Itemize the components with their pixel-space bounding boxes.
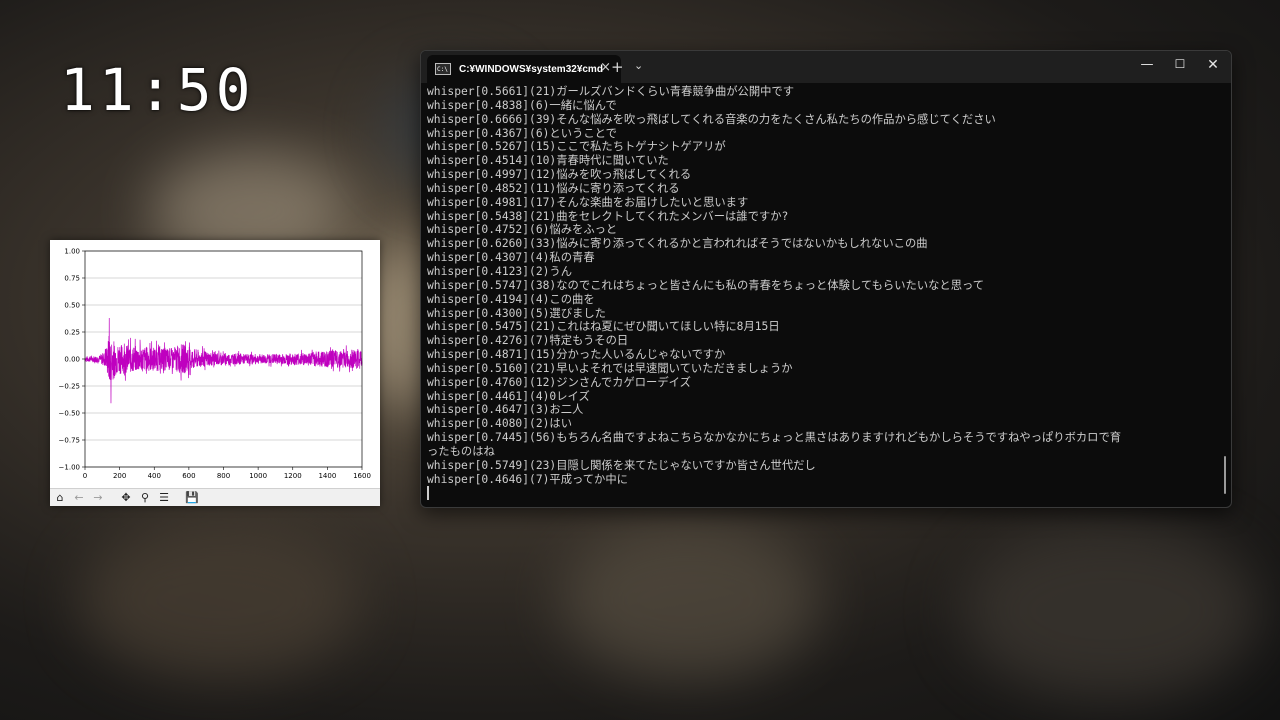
x-tick-label: 400 [148, 472, 161, 480]
background-blur [560, 520, 820, 680]
waveform-series-line [84, 317, 363, 404]
terminal-titlebar[interactable]: C:\ C:¥WINDOWS¥system32¥cmd × + ⌄ — ☐ ✕ [421, 51, 1231, 83]
text-cursor [427, 486, 429, 501]
terminal-line: whisper[0.6666](39)そんな悩みを吹っ飛ばしてくれる音楽の力をた… [427, 112, 996, 126]
terminal-line: whisper[0.4752](6)悩みをふっと [427, 223, 618, 237]
terminal-line: whisper[0.4194](4)この曲を [427, 292, 595, 306]
minimize-button[interactable]: — [1137, 57, 1157, 72]
terminal-line: whisper[0.5438](21)曲をセレクトしてくれたメンバーは誰ですか? [427, 209, 789, 223]
background-blur [960, 520, 1260, 700]
back-arrow-icon[interactable]: ← [72, 491, 86, 505]
terminal-line: whisper[0.4997](12)悩みを吹っ飛ばしてくれる [427, 168, 692, 182]
terminal-line: whisper[0.7445](56)もちろん名曲ですよねこちらなかなかにちょっ… [427, 431, 1122, 445]
close-button[interactable]: ✕ [1203, 57, 1223, 73]
y-tick-label: 0.50 [64, 302, 80, 310]
terminal-line: whisper[0.5475](21)これはね夏にぜひ聞いてほしい特に8月15日 [427, 320, 780, 334]
x-tick-label: 0 [83, 472, 87, 480]
clock-overlay: 11:50 [60, 56, 255, 124]
x-tick-label: 1200 [284, 472, 302, 480]
terminal-line: whisper[0.5160](21)早いよそれでは早速聞いていただきましょうか [427, 361, 793, 375]
x-tick-label: 800 [217, 472, 230, 480]
waveform-plot-window[interactable]: 1.00 0.75 0.50 0.25 0.00 −0.25 −0.50 −0.75 −1.00… [50, 240, 380, 506]
terminal-line: whisper[0.5749](23)目隠し関係を来てたじゃないですか皆さん世代… [427, 458, 816, 472]
terminal-line: whisper[0.4300](5)選びました [427, 306, 606, 320]
waveform-chart: 1.00 0.75 0.50 0.25 0.00 −0.25 −0.50 −0.75 −1.00… [59, 248, 371, 481]
y-tick-label: 0.75 [64, 275, 80, 283]
scrollbar-thumb[interactable] [1224, 456, 1226, 494]
terminal-line: whisper[0.4981](17)そんな楽曲をお届けしたいと思います [427, 195, 749, 209]
cmd-icon: C:\ [435, 63, 451, 75]
y-tick-label: 1.00 [64, 248, 80, 256]
new-tab-button[interactable]: + [611, 58, 624, 76]
terminal-tab[interactable]: C:\ C:¥WINDOWS¥system32¥cmd × [427, 55, 621, 83]
y-tick-label: 0.25 [64, 329, 80, 337]
forward-arrow-icon[interactable]: → [91, 491, 105, 505]
x-tick-label: 1400 [318, 472, 336, 480]
terminal-line: whisper[0.4760](12)ジンさんでカゲローデイズ [427, 375, 691, 389]
terminal-line: whisper[0.4871](15)分かった人いるんじゃないですか [427, 348, 726, 362]
terminal-line: whisper[0.4123](2)うん [427, 264, 573, 278]
zoom-icon[interactable]: ⚲ [138, 491, 152, 505]
terminal-line: whisper[0.4276](7)特定もうその日 [427, 334, 629, 348]
terminal-output[interactable]: whisper[0.5661](21)ガールズバンドくらい青春競争曲が公開中です… [427, 85, 1217, 503]
background-blur [80, 520, 360, 680]
y-tick-label: −0.75 [59, 437, 80, 445]
terminal-line: whisper[0.5267](15)ここで私たちトゲナシトゲアリが [427, 140, 726, 154]
terminal-line: whisper[0.5661](21)ガールズバンドくらい青春競争曲が公開中です [427, 85, 795, 98]
tab-title: C:¥WINDOWS¥system32¥cmd [459, 63, 603, 75]
y-tick-label: −0.50 [59, 410, 80, 418]
terminal-line: whisper[0.4461](4)0レイズ [427, 389, 590, 403]
x-tick-label: 200 [113, 472, 126, 480]
terminal-line: whisper[0.4307](4)私の青春 [427, 251, 595, 265]
home-icon[interactable]: ⌂ [53, 491, 67, 505]
terminal-line: whisper[0.5747](38)なのでこれはちょっと皆さんにも私の青春をち… [427, 278, 985, 292]
terminal-line: whisper[0.4080](2)はい [427, 417, 573, 431]
maximize-button[interactable]: ☐ [1170, 57, 1190, 71]
y-tick-label: −0.25 [59, 383, 80, 391]
x-tick-label: 1600 [353, 472, 371, 480]
terminal-window[interactable]: C:\ C:¥WINDOWS¥system32¥cmd × + ⌄ — ☐ ✕ … [420, 50, 1232, 508]
y-tick-label: −1.00 [59, 464, 80, 472]
pan-icon[interactable]: ✥ [119, 491, 133, 505]
terminal-line: ったものはね [427, 444, 495, 458]
plot-toolbar: ⌂ ← → ✥ ⚲ ☰ 💾 [50, 488, 380, 506]
terminal-line: whisper[0.4367](6)ということで [427, 126, 617, 140]
terminal-line: whisper[0.4838](6)一緒に悩んで [427, 98, 617, 112]
terminal-line: whisper[0.6260](33)悩みに寄り添ってくれるかと言われればそうで… [427, 237, 928, 251]
x-tick-label: 600 [182, 472, 195, 480]
configure-subplots-icon[interactable]: ☰ [157, 491, 171, 505]
terminal-line: whisper[0.4646](7)平成ってか中に [427, 472, 628, 486]
save-icon[interactable]: 💾 [185, 491, 199, 505]
terminal-prompt[interactable] [427, 486, 1217, 501]
close-tab-icon[interactable]: × [600, 60, 611, 75]
terminal-line: whisper[0.4647](3)お二人 [427, 403, 584, 417]
terminal-line: whisper[0.4514](10)青春時代に聞いていた [427, 154, 669, 168]
terminal-line: whisper[0.4852](11)悩みに寄り添ってくれる [427, 181, 680, 195]
y-tick-label: 0.00 [64, 356, 80, 364]
chevron-down-icon[interactable]: ⌄ [634, 59, 643, 72]
x-tick-label: 1000 [249, 472, 267, 480]
